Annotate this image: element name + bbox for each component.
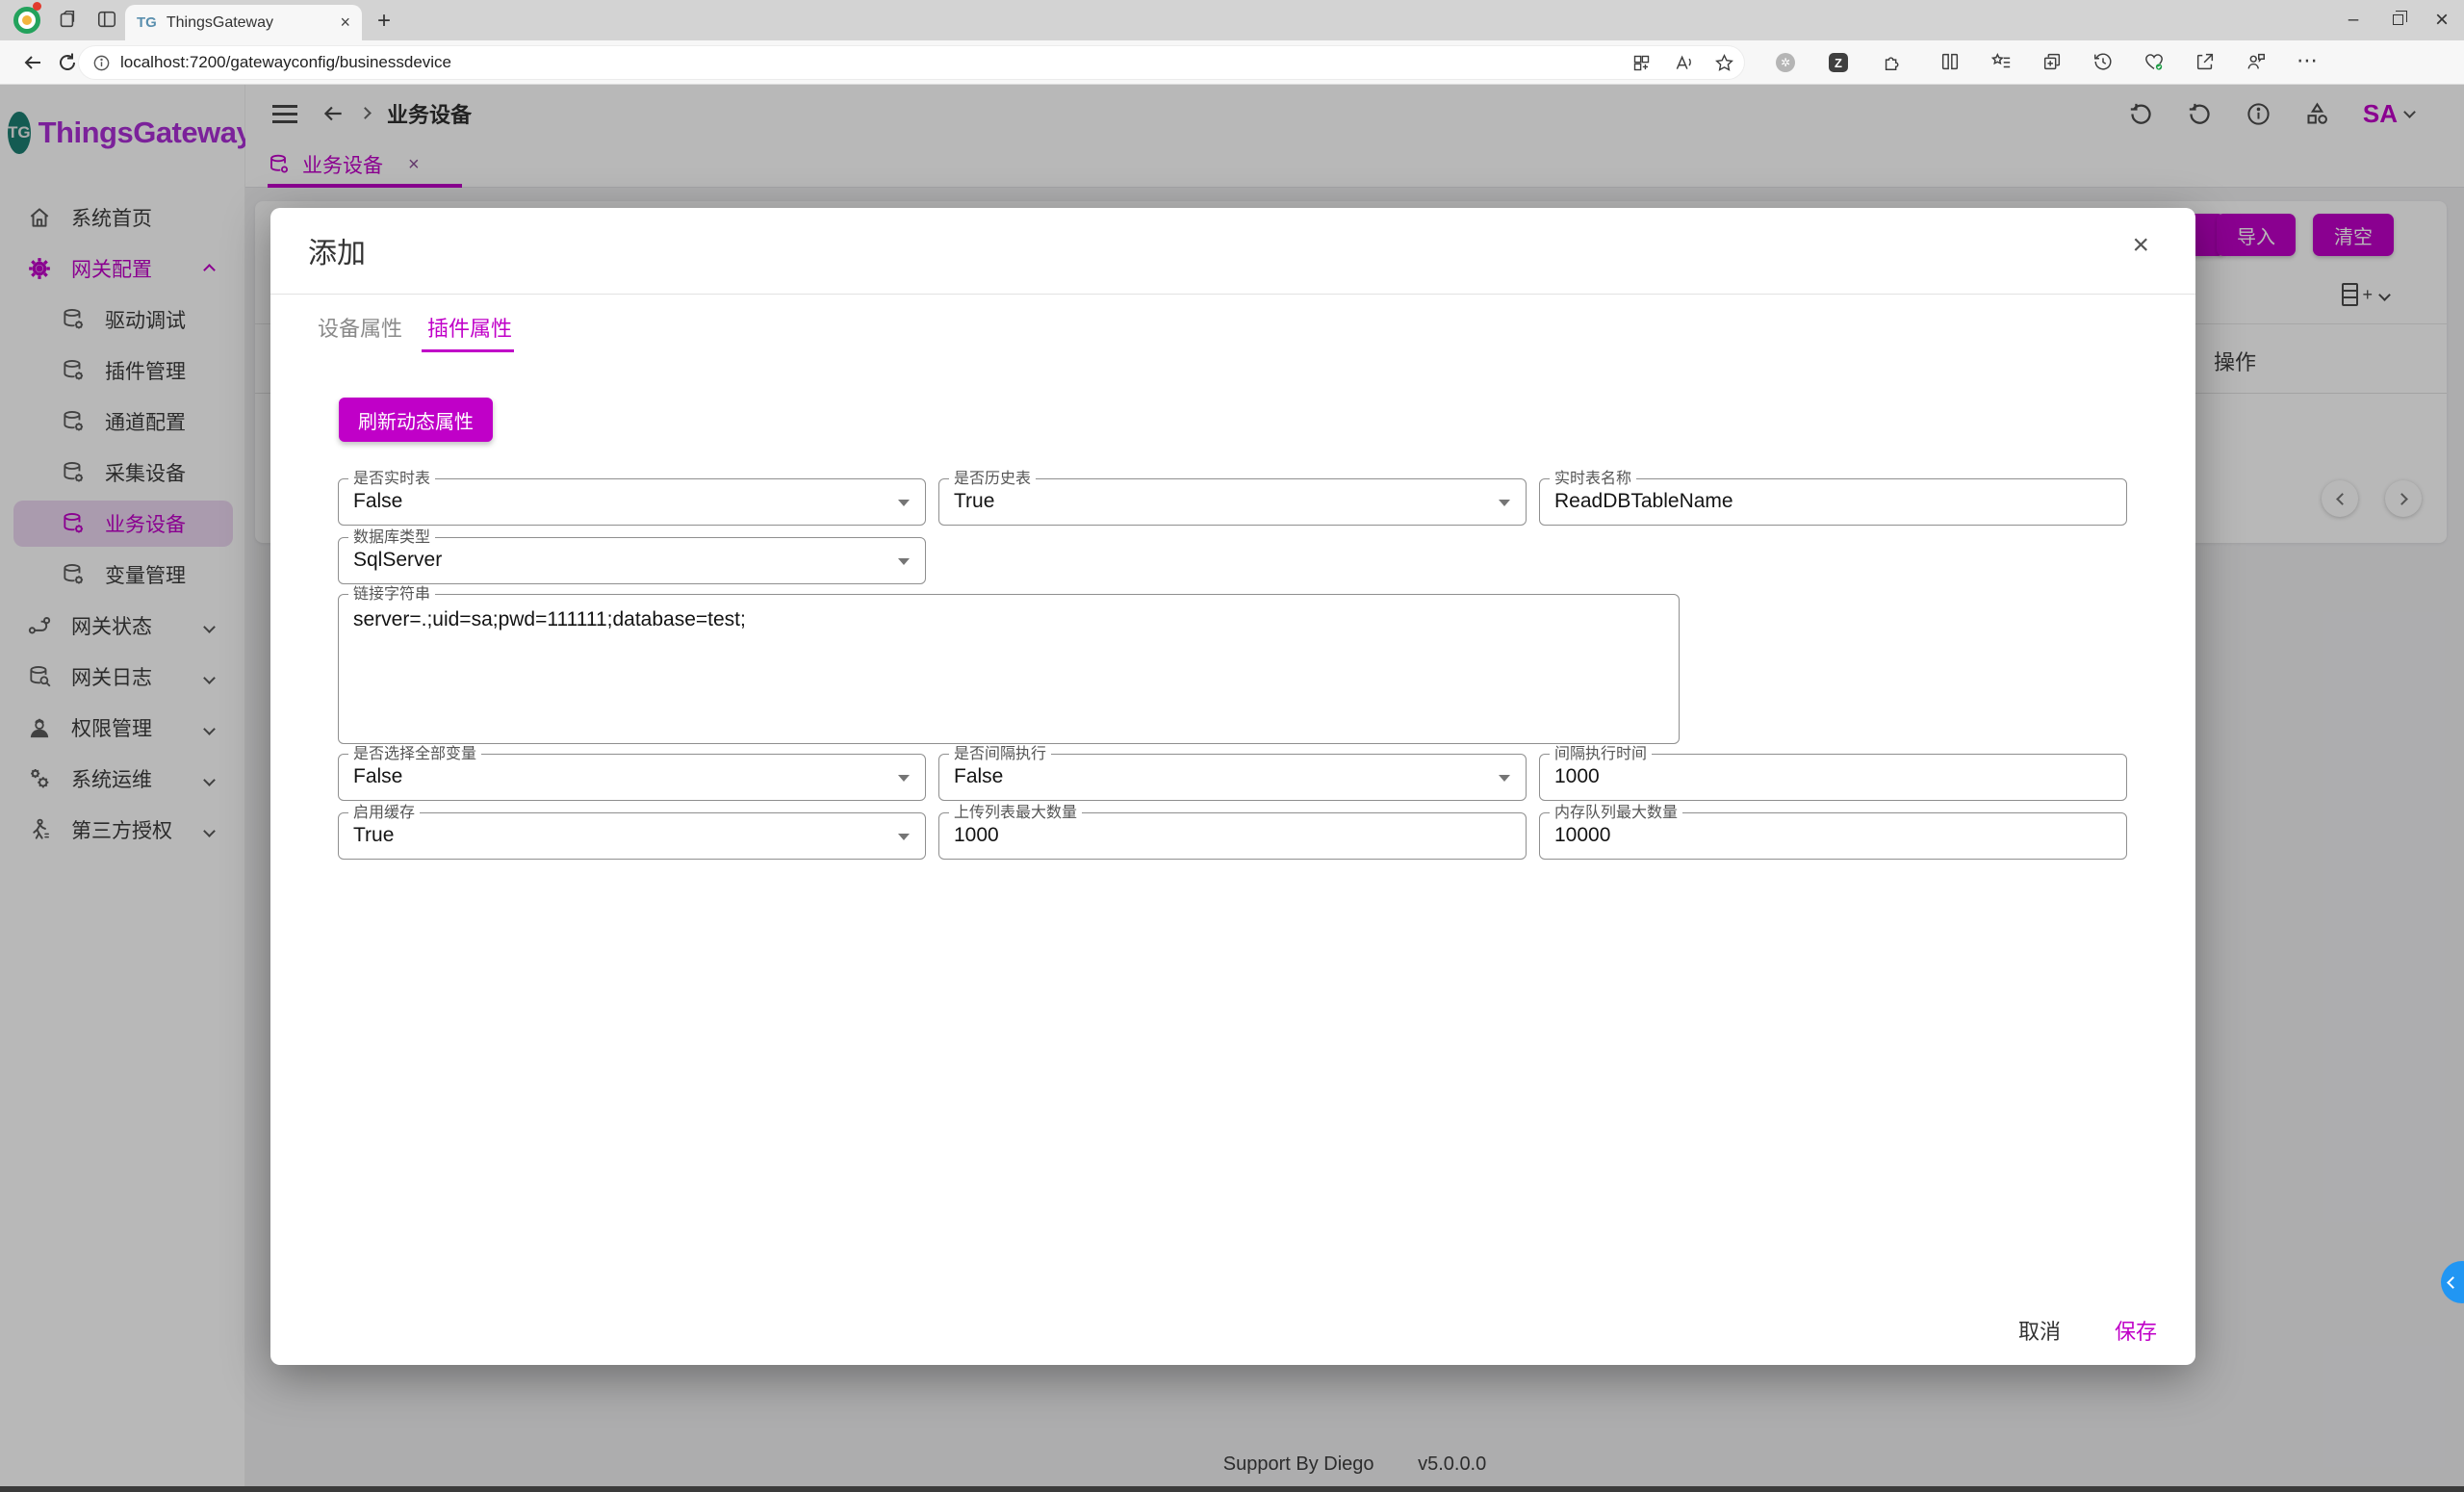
dropdown-caret-icon[interactable] (898, 558, 910, 565)
field-value: ReadDBTableName (1554, 490, 1733, 513)
field-value: True (353, 824, 394, 847)
field-value: False (353, 765, 402, 788)
window-controls: – × (2331, 0, 2464, 40)
realtime-table-select[interactable]: 是否实时表 False (338, 478, 926, 526)
dropdown-caret-icon[interactable] (898, 834, 910, 840)
browser-essentials-icon[interactable] (2143, 51, 2165, 72)
bottom-edge-strip (0, 1486, 2464, 1492)
dropdown-caret-icon[interactable] (898, 775, 910, 782)
split-screen-icon[interactable] (1939, 51, 1961, 72)
add-device-dialog: 添加 × 设备属性 插件属性 刷新动态属性 是否实时表 False 是否历史表 … (270, 208, 2195, 1365)
database-type-select[interactable]: 数据库类型 SqlServer (338, 537, 926, 584)
refresh-button-label: 刷新动态属性 (358, 406, 474, 434)
field-label: 上传列表最大数量 (949, 804, 1082, 822)
upload-list-max-input[interactable]: 上传列表最大数量 1000 (938, 812, 1527, 860)
field-label: 是否选择全部变量 (348, 745, 481, 763)
enable-cache-select[interactable]: 启用缓存 True (338, 812, 926, 860)
new-tab-button[interactable]: + (377, 8, 391, 35)
field-value: 1000 (1554, 765, 1600, 788)
tab-device-properties[interactable]: 设备属性 (318, 312, 402, 343)
dialog-title: 添加 (308, 229, 366, 271)
favorites-bar-icon[interactable] (1990, 51, 2012, 72)
cancel-button[interactable]: 取消 (2018, 1315, 2061, 1346)
field-label: 是否历史表 (949, 470, 1036, 488)
settings-more-icon[interactable]: ⋯ (2297, 48, 2318, 73)
dialog-footer: 取消 保存 (2018, 1315, 2157, 1346)
dropdown-caret-icon[interactable] (898, 500, 910, 506)
z-extension-icon[interactable]: Z (1829, 53, 1848, 72)
extensions-puzzle-icon[interactable] (1882, 51, 1903, 72)
collections-icon[interactable] (2041, 51, 2063, 72)
browser-toolbar: localhost:7200/gatewayconfig/businessdev… (0, 40, 2464, 85)
tab-close-icon[interactable]: × (340, 13, 350, 33)
dropdown-caret-icon[interactable] (1499, 775, 1510, 782)
split-apps-icon[interactable] (1631, 53, 1652, 73)
save-button[interactable]: 保存 (2115, 1315, 2157, 1346)
field-value: SqlServer (353, 549, 442, 572)
refresh-icon[interactable] (56, 51, 79, 74)
field-label: 数据库类型 (348, 528, 435, 547)
restore-button[interactable] (2375, 10, 2420, 31)
browser-tab-title: ThingsGateway (167, 14, 341, 32)
field-value: True (954, 490, 994, 513)
field-label: 是否实时表 (348, 470, 435, 488)
field-label: 是否间隔执行 (949, 745, 1051, 763)
chevron-left-icon (2447, 1276, 2459, 1289)
memory-queue-max-input[interactable]: 内存队列最大数量 10000 (1539, 812, 2127, 860)
tab-plugin-properties[interactable]: 插件属性 (427, 312, 512, 343)
browser-tab[interactable]: TG ThingsGateway × (125, 5, 362, 40)
connection-string-textarea[interactable]: 链接字符串 server=.;uid=sa;pwd=111111;databas… (338, 594, 1680, 744)
field-value: False (954, 765, 1003, 788)
realtime-table-name-input[interactable]: 实时表名称 ReadDBTableName (1539, 478, 2127, 526)
feedback-person-icon[interactable] (2246, 51, 2267, 72)
vertical-tabs-icon[interactable] (96, 9, 117, 30)
site-favicon: TG (137, 14, 157, 31)
field-value: 1000 (954, 824, 999, 847)
restore-icon (2393, 14, 2403, 25)
screen: TG ThingsGateway × + – × localhost:7200/… (0, 0, 2464, 1492)
dialog-header-divider (270, 294, 2195, 295)
field-label: 间隔执行时间 (1550, 745, 1652, 763)
field-label: 实时表名称 (1550, 470, 1636, 488)
history-icon[interactable] (2092, 51, 2114, 72)
field-label: 链接字符串 (348, 585, 435, 604)
select-all-variables-select[interactable]: 是否选择全部变量 False (338, 754, 926, 801)
dialog-close-icon[interactable]: × (2132, 229, 2149, 262)
close-window-button[interactable]: × (2420, 7, 2464, 34)
site-info-icon[interactable] (92, 54, 111, 72)
field-value: False (353, 490, 402, 513)
history-table-select[interactable]: 是否历史表 True (938, 478, 1527, 526)
refresh-dynamic-properties-button[interactable]: 刷新动态属性 (339, 398, 493, 442)
favorites-star-icon[interactable] (1714, 53, 1734, 73)
browser-tab-strip: TG ThingsGateway × + – × (0, 0, 2464, 40)
url-text[interactable]: localhost:7200/gatewayconfig/businessdev… (120, 53, 1610, 72)
field-label: 启用缓存 (348, 804, 420, 822)
share-icon[interactable] (2194, 51, 2216, 72)
field-label: 内存队列最大数量 (1550, 804, 1682, 822)
workspaces-icon[interactable] (56, 9, 77, 30)
back-icon[interactable] (21, 51, 44, 74)
interval-execution-time-input[interactable]: 间隔执行时间 1000 (1539, 754, 2127, 801)
dropdown-caret-icon[interactable] (1499, 500, 1510, 506)
field-value: 10000 (1554, 824, 1610, 847)
address-bar[interactable]: localhost:7200/gatewayconfig/businessdev… (79, 46, 1744, 79)
disabled-extension-icon[interactable]: ✲ (1776, 53, 1795, 72)
read-aloud-icon[interactable] (1673, 53, 1693, 73)
interval-execution-select[interactable]: 是否间隔执行 False (938, 754, 1527, 801)
browser-logo-icon[interactable] (13, 7, 40, 34)
minimize-button[interactable]: – (2331, 10, 2375, 31)
active-tab-underline (422, 349, 514, 352)
notification-badge (33, 2, 41, 11)
field-value: server=.;uid=sa;pwd=111111;database=test… (353, 608, 746, 631)
